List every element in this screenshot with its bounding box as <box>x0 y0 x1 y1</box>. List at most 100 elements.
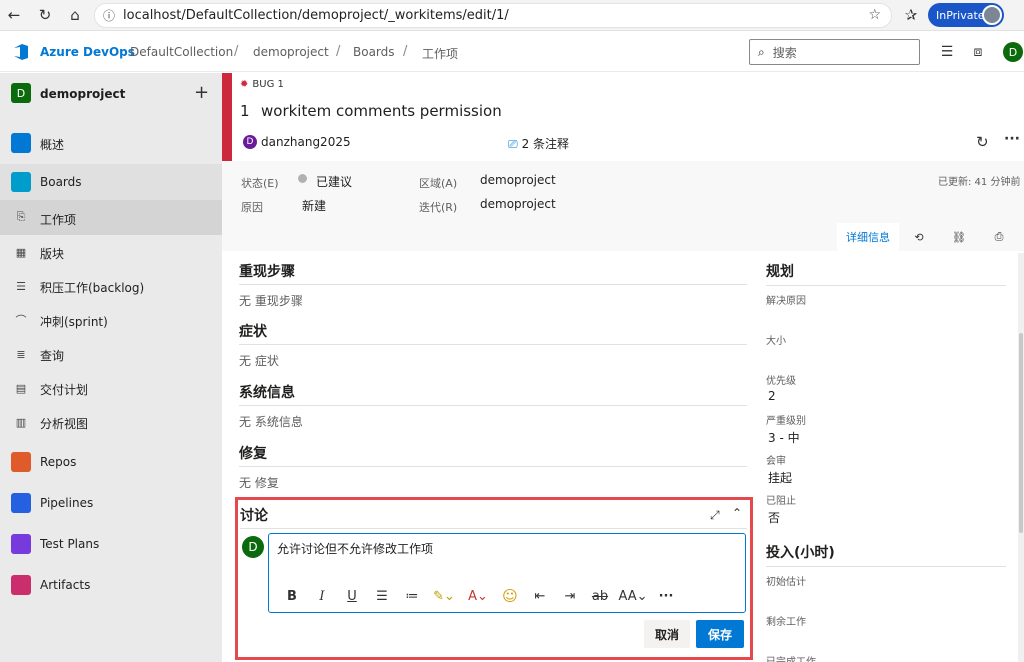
work-item-title[interactable]: workitem comments permission <box>261 102 502 120</box>
favorite-star-icon[interactable]: ☆ <box>868 7 881 23</box>
more-actions-icon[interactable]: ··· <box>1004 131 1020 147</box>
links-icon[interactable]: ⛓ <box>939 223 979 251</box>
state-value[interactable]: 已建议 <box>316 173 352 190</box>
expand-icon[interactable]: ⤢ <box>710 508 720 523</box>
sidebar-item-backlog[interactable]: ☰ 积压工作(backlog) <box>0 269 222 303</box>
bold-icon[interactable]: B <box>277 586 307 606</box>
brand-name[interactable]: Azure DevOps <box>40 45 135 59</box>
sidebar-item-overview[interactable]: 概述 <box>0 128 222 158</box>
outdent-icon[interactable]: ⇤ <box>525 586 555 606</box>
sidebar-item-sprint[interactable]: ⌒ 冲刺(sprint) <box>0 303 222 337</box>
blocked-value[interactable]: 否 <box>768 509 780 526</box>
sidebar-item-repos[interactable]: Repos <box>0 446 222 478</box>
sidebar-item-board[interactable]: ▦ 版块 <box>0 235 222 269</box>
task-list-icon[interactable]: ☰ <box>938 43 956 61</box>
area-label: 区域(A) <box>419 177 458 190</box>
work-item-type: ✹ BUG 1 <box>240 79 284 90</box>
iteration-label: 迭代(R) <box>419 201 458 214</box>
scrollbar[interactable] <box>1018 253 1024 662</box>
author-name[interactable]: danzhang2025 <box>261 135 351 149</box>
section-empty-text[interactable]: 无 症状 <box>239 352 279 369</box>
iteration-value[interactable]: demoproject <box>480 197 556 211</box>
refresh-icon[interactable]: ↻ <box>976 133 989 151</box>
cancel-button[interactable]: 取消 <box>644 620 690 648</box>
sidebar-item-pipelines[interactable]: Pipelines <box>0 487 222 519</box>
inprivate-label: InPrivate <box>936 8 985 22</box>
commenter-avatar: D <box>242 536 264 558</box>
underline-icon[interactable]: U <box>337 586 367 606</box>
marketplace-bag-icon[interactable]: ⧈ <box>969 43 987 61</box>
breadcrumb-work-items[interactable]: 工作项 <box>422 45 458 62</box>
area-value[interactable]: demoproject <box>480 173 556 187</box>
section-title: 症状 <box>239 324 267 340</box>
tab-details[interactable]: 详细信息 <box>837 223 899 251</box>
scrollbar-thumb[interactable] <box>1019 333 1023 533</box>
more-formatting-icon[interactable]: ··· <box>651 586 681 606</box>
numbered-list-icon[interactable]: ≔ <box>397 586 427 606</box>
add-icon[interactable]: + <box>194 82 209 103</box>
sidebar-item-delivery-plans[interactable]: ▤ 交付计划 <box>0 371 222 405</box>
comment-editor[interactable]: 允许讨论但不允许修改工作项 B I U ☰ ≔ ✎⌄ A⌄ ☺ ⇤ ⇥ ab A… <box>268 533 746 613</box>
sidebar-item-label: 工作项 <box>40 213 77 227</box>
severity-label: 严重级别 <box>766 416 806 427</box>
font-color-icon[interactable]: A⌄ <box>461 586 495 606</box>
breadcrumb-separator: / <box>336 44 341 59</box>
state-indicator <box>298 174 307 183</box>
sidebar-item-boards[interactable]: Boards <box>0 164 222 200</box>
bulleted-list-icon[interactable]: ☰ <box>367 586 397 606</box>
comment-icon: ⎚ <box>508 137 518 151</box>
project-header[interactable]: D demoproject + <box>0 73 222 115</box>
history-icon[interactable]: ⟲ <box>899 223 939 251</box>
strikethrough-icon[interactable]: ab <box>585 586 615 606</box>
emoji-icon[interactable]: ☺ <box>495 586 525 606</box>
planning-title: 规划 <box>766 264 794 280</box>
back-icon[interactable]: ← <box>2 3 26 27</box>
query-icon: ≣ <box>16 347 26 361</box>
work-item-type-label: BUG 1 <box>252 79 284 90</box>
breadcrumb-project[interactable]: demoproject <box>253 45 329 59</box>
breadcrumb-boards[interactable]: Boards <box>353 45 395 59</box>
sidebar-item-analytics[interactable]: ▥ 分析视图 <box>0 405 222 439</box>
reason-label: 原因 <box>241 201 263 214</box>
address-bar[interactable]: ⓘ localhost/DefaultCollection/demoprojec… <box>94 3 892 28</box>
user-avatar[interactable]: D <box>1003 42 1023 62</box>
inprivate-badge[interactable]: InPrivate <box>928 3 1004 27</box>
priority-value[interactable]: 2 <box>768 389 776 403</box>
sidebar-item-test-plans[interactable]: Test Plans <box>0 528 222 560</box>
comments-link[interactable]: ⎚ 2 条注释 <box>508 135 569 152</box>
breadcrumb-collection[interactable]: DefaultCollection <box>130 45 233 59</box>
artifacts-icon <box>11 575 31 595</box>
sidebar-item-label: 查询 <box>40 349 65 363</box>
font-size-icon[interactable]: AA⌄ <box>615 586 651 606</box>
project-avatar: D <box>11 83 31 103</box>
sidebar-item-queries[interactable]: ≣ 查询 <box>0 337 222 371</box>
search-input[interactable]: ⌕ 搜索 <box>749 39 920 65</box>
italic-icon[interactable]: I <box>307 586 337 606</box>
favorites-icon[interactable]: ✰ <box>899 3 923 27</box>
sidebar-item-work-items[interactable]: ⎘ 工作项 <box>0 200 222 235</box>
highlight-icon[interactable]: ✎⌄ <box>427 586 461 606</box>
boards-icon <box>11 172 31 192</box>
chevron-up-icon[interactable]: ⌃ <box>732 506 742 520</box>
section-empty-text[interactable]: 无 重现步骤 <box>239 292 303 309</box>
attachment-icon[interactable]: ⎙ <box>979 223 1019 251</box>
home-icon[interactable]: ⌂ <box>63 3 87 27</box>
section-empty-text[interactable]: 无 修复 <box>239 474 279 491</box>
divider <box>239 466 747 467</box>
refresh-icon[interactable]: ↻ <box>33 3 57 27</box>
section-title: 修复 <box>239 446 267 462</box>
reason-value[interactable]: 新建 <box>302 197 326 214</box>
section-empty-text[interactable]: 无 系统信息 <box>239 413 303 430</box>
last-updated: 已更新: 41 分钟前 <box>938 177 1021 188</box>
azure-devops-logo-icon[interactable] <box>12 43 30 61</box>
comment-text[interactable]: 允许讨论但不允许修改工作项 <box>277 540 433 557</box>
severity-value[interactable]: 3 - 中 <box>768 429 800 446</box>
save-button[interactable]: 保存 <box>696 620 744 648</box>
profile-avatar[interactable] <box>982 5 1002 25</box>
author-avatar: D <box>243 135 257 149</box>
work-items-icon: ⎘ <box>16 210 26 223</box>
indent-icon[interactable]: ⇥ <box>555 586 585 606</box>
triage-value[interactable]: 挂起 <box>768 469 792 486</box>
section-title: 重现步骤 <box>239 264 295 280</box>
sidebar-item-artifacts[interactable]: Artifacts <box>0 569 222 601</box>
